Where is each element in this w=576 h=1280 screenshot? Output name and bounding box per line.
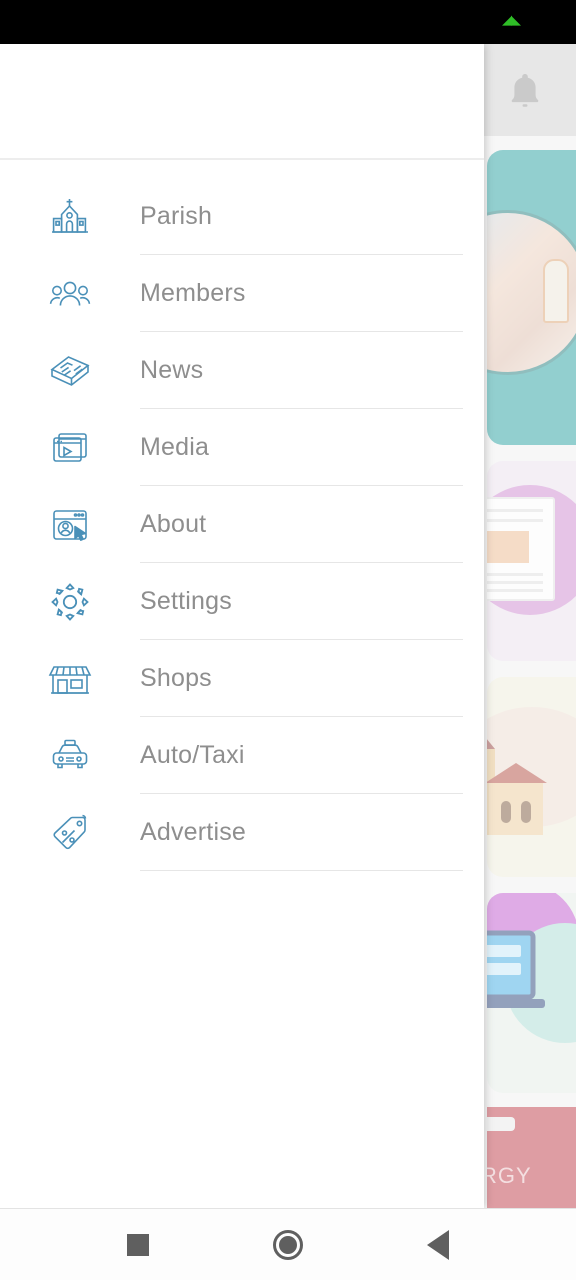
bell-icon[interactable] — [505, 70, 545, 114]
menu-item-label: Auto/Taxi — [140, 741, 245, 769]
banner-text: RGY — [487, 1163, 532, 1188]
home-circle-icon — [273, 1229, 303, 1260]
menu-item-settings[interactable]: Settings — [0, 563, 484, 640]
menu-item-shops[interactable]: Shops — [0, 640, 484, 717]
newspaper-illustration — [487, 497, 555, 601]
church-icon — [0, 195, 140, 239]
drawer-header — [0, 44, 484, 158]
browser-profile-cursor-icon — [0, 503, 140, 547]
drawer-menu: Parish Members News Media About Settings… — [0, 160, 484, 1208]
church-illustration — [487, 739, 547, 835]
video-player-icon — [0, 426, 140, 470]
recents-button[interactable] — [63, 1233, 213, 1256]
signal-cellular-icon: ◢◣ — [502, 13, 521, 28]
navigation-drawer: Parish Members News Media About Settings… — [0, 44, 484, 1208]
menu-item-about[interactable]: About — [0, 486, 484, 563]
storefront-icon — [0, 657, 140, 701]
menu-divider — [140, 870, 463, 871]
parish-card-image — [487, 210, 576, 375]
status-bar: ◢◣ — [0, 0, 576, 44]
back-triangle-icon — [427, 1229, 449, 1260]
menu-item-news[interactable]: News — [0, 332, 484, 409]
media-card[interactable] — [487, 893, 576, 1093]
status-bar-icons: ◢◣ — [502, 13, 521, 28]
parish-card[interactable] — [487, 150, 576, 445]
clergy-banner[interactable]: RGY — [487, 1107, 576, 1212]
menu-item-auto-taxi[interactable]: Auto/Taxi — [0, 717, 484, 794]
menu-item-label: About — [140, 510, 207, 538]
back-button[interactable] — [363, 1229, 513, 1260]
news-card[interactable] — [487, 461, 576, 661]
newspaper-icon — [0, 349, 140, 393]
menu-item-members[interactable]: Members — [0, 255, 484, 332]
menu-item-label: Shops — [140, 664, 212, 692]
people-group-icon — [0, 272, 140, 316]
gear-icon — [0, 580, 140, 624]
home-button[interactable] — [213, 1229, 363, 1260]
menu-item-label: Media — [140, 433, 210, 461]
menu-item-parish[interactable]: Parish — [0, 178, 484, 255]
menu-item-label: Members — [140, 279, 246, 307]
menu-item-advertise[interactable]: Advertise — [0, 794, 484, 871]
taxi-icon — [0, 734, 140, 778]
menu-item-label: Settings — [140, 587, 232, 615]
laptop-illustration — [487, 930, 545, 1008]
menu-item-label: Advertise — [140, 818, 247, 846]
menu-item-label: Parish — [140, 202, 213, 230]
price-tag-icon — [0, 811, 140, 855]
recents-square-icon — [127, 1233, 149, 1256]
android-nav-bar — [0, 1208, 576, 1280]
banner-pill — [487, 1117, 515, 1131]
phone-screen: RGY Parish Members News Media About Sett… — [0, 0, 576, 1280]
church-card[interactable] — [487, 677, 576, 877]
menu-item-media[interactable]: Media — [0, 409, 484, 486]
menu-item-label: News — [140, 356, 204, 384]
